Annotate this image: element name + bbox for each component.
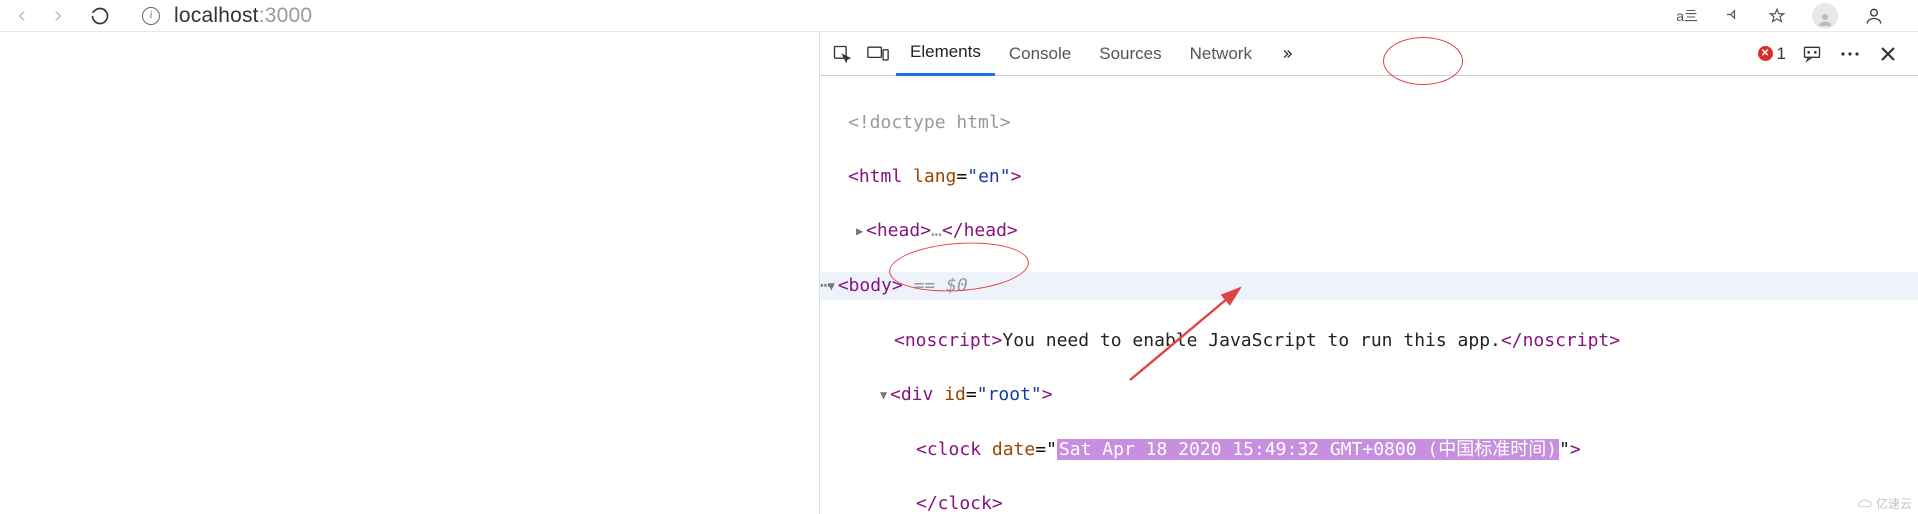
clock-node[interactable]: <clock date="Sat Apr 18 2020 15:49:32 GM… [916, 439, 1581, 460]
clock-close-node[interactable]: </clock> [916, 493, 1003, 514]
tab-network[interactable]: Network [1176, 32, 1266, 76]
error-count-badge[interactable]: ✕ 1 [1758, 44, 1786, 64]
div-root-node[interactable]: <div id="root"> [890, 384, 1053, 405]
watermark: 亿速云 [1857, 495, 1912, 512]
error-count: 1 [1777, 44, 1786, 64]
collapse-caret-icon[interactable]: ▼ [880, 382, 890, 409]
forward-button[interactable] [40, 2, 76, 30]
tab-console[interactable]: Console [995, 32, 1085, 76]
tabs-overflow-icon[interactable] [1272, 36, 1308, 72]
page-viewport[interactable] [0, 32, 820, 514]
translate-icon[interactable]: a亖 [1676, 6, 1698, 26]
devtools-panel: Elements Console Sources Network ✕ 1 [820, 32, 1918, 514]
back-button[interactable] [4, 2, 40, 30]
head-node[interactable]: <head>…</head> [866, 220, 1018, 241]
settings-icon[interactable] [1838, 36, 1862, 72]
devtools-tabbar: Elements Console Sources Network ✕ 1 [820, 32, 1918, 76]
site-info-icon[interactable]: i [142, 7, 160, 25]
url-text: localhost:3000 [174, 4, 312, 28]
doctype-node[interactable]: <!doctype html> [848, 112, 1011, 133]
inspect-element-icon[interactable] [824, 36, 860, 72]
browser-toolbar: i localhost:3000 a亖 [0, 0, 1918, 32]
read-aloud-icon[interactable] [1724, 7, 1742, 25]
tab-elements[interactable]: Elements [896, 32, 995, 76]
address-bar[interactable]: i localhost:3000 [142, 4, 312, 28]
html-open[interactable]: <html lang="en"> [848, 166, 1021, 187]
clock-date-value[interactable]: Sat Apr 18 2020 15:49:32 GMT+0800 (中国标准时… [1057, 439, 1559, 460]
avatar-icon[interactable] [1812, 3, 1838, 29]
error-icon: ✕ [1758, 46, 1773, 61]
body-node[interactable]: <body> == $0 [838, 275, 968, 296]
elements-tree[interactable]: <!doctype html> <html lang="en"> ▶<head>… [820, 76, 1918, 514]
toolbar-right: a亖 [1676, 3, 1884, 29]
noscript-node[interactable]: <noscript>You need to enable JavaScript … [894, 330, 1620, 351]
device-toolbar-icon[interactable] [860, 36, 896, 72]
feedback-icon[interactable] [1800, 36, 1824, 72]
favorites-icon[interactable] [1768, 7, 1786, 25]
close-devtools-icon[interactable] [1876, 36, 1900, 72]
expand-caret-icon[interactable]: ▶ [856, 218, 866, 245]
refresh-button[interactable] [82, 2, 118, 30]
tab-sources[interactable]: Sources [1085, 32, 1175, 76]
collapse-caret-icon[interactable]: ▼ [828, 273, 838, 300]
profile-switcher-icon[interactable] [1864, 6, 1884, 26]
